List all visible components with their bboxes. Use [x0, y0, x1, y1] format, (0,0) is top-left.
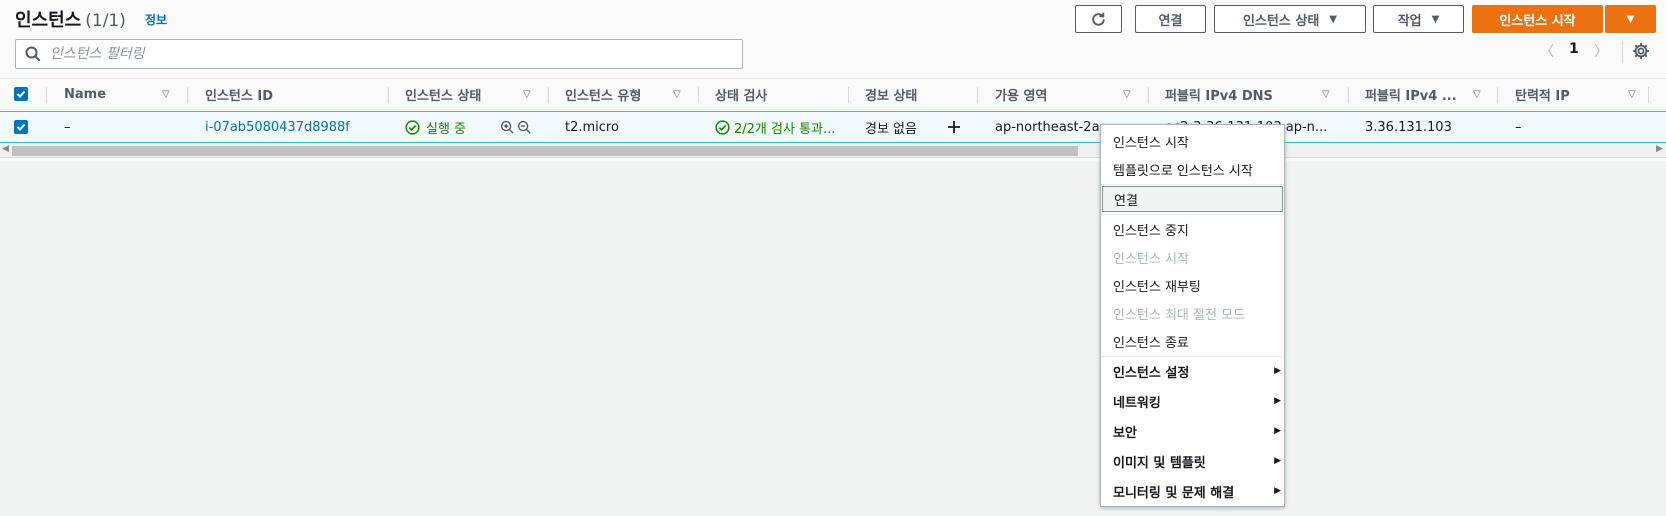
column-header-elastic-ip[interactable]: 탄력적 IP ▽: [1515, 79, 1655, 109]
menu-divider: [1101, 356, 1284, 357]
cell-elastic-ip: –: [1515, 119, 1522, 135]
cell-instance-type: t2.micro: [565, 119, 619, 135]
menu-item-hibernate-instance[interactable]: 인스턴스 최대 절전 모드: [1101, 300, 1284, 326]
column-divider: [698, 87, 699, 103]
zoom-out-icon[interactable]: [517, 112, 532, 142]
sort-icon: ▽: [1473, 88, 1481, 100]
menu-item-image-and-templates[interactable]: 이미지 및 템플릿 ▶: [1101, 448, 1284, 474]
actions-context-menu: 인스턴스 시작 템플릿으로 인스턴스 시작 연결 인스턴스 중지 인스턴스 시작…: [1100, 124, 1285, 507]
check-circle-icon: [405, 119, 420, 135]
menu-divider: [1101, 214, 1284, 215]
launch-dropdown-button[interactable]: ▼: [1605, 5, 1656, 33]
instance-filter: [15, 39, 743, 69]
sort-icon: ▽: [1322, 88, 1330, 100]
scroll-right-icon[interactable]: ▶: [1656, 144, 1663, 154]
row-checkbox[interactable]: [14, 120, 28, 134]
sort-icon: ▽: [1628, 88, 1636, 100]
column-divider: [1148, 87, 1149, 103]
refresh-button[interactable]: [1075, 5, 1122, 33]
menu-item-terminate-instance[interactable]: 인스턴스 종료: [1101, 328, 1284, 354]
table-row[interactable]: – i-07ab5080437d8988f 실행 중 t2.micro 2/2개…: [0, 111, 1666, 143]
instance-id-link[interactable]: i-07ab5080437d8988f: [205, 112, 350, 142]
submenu-arrow-icon: ▶: [1274, 366, 1281, 376]
pager-divider: [1622, 41, 1623, 63]
column-divider: [187, 87, 188, 103]
caret-down-icon: ▼: [1626, 13, 1635, 25]
horizontal-scrollbar[interactable]: ◀ ▶: [0, 143, 1666, 158]
actions-button[interactable]: 작업 ▼: [1373, 5, 1464, 33]
sort-icon: ▽: [523, 88, 531, 100]
menu-item-launch-from-template[interactable]: 템플릿으로 인스턴스 시작: [1101, 156, 1284, 182]
column-divider: [977, 87, 978, 103]
submenu-arrow-icon: ▶: [1274, 426, 1281, 436]
next-page-button[interactable]: 〉: [1594, 41, 1608, 61]
menu-item-security[interactable]: 보안 ▶: [1101, 418, 1284, 444]
page-number[interactable]: 1: [1569, 41, 1579, 57]
menu-item-connect[interactable]: 연결: [1102, 186, 1283, 212]
cell-name: –: [64, 119, 71, 135]
scroll-left-icon[interactable]: ◀: [2, 144, 9, 154]
gear-icon: [1633, 43, 1649, 59]
menu-item-stop-instance[interactable]: 인스턴스 중지: [1101, 216, 1284, 242]
column-header-instance-id[interactable]: 인스턴스 ID: [205, 79, 385, 109]
submenu-arrow-icon: ▶: [1274, 456, 1281, 466]
column-header-availability-zone[interactable]: 가용 영역 ▽: [995, 79, 1135, 109]
prev-page-button[interactable]: 〈: [1540, 41, 1554, 61]
instance-state-button[interactable]: 인스턴스 상태 ▼: [1214, 5, 1366, 33]
check-icon: [16, 123, 26, 131]
submenu-arrow-icon: ▶: [1274, 396, 1281, 406]
sort-icon: ▽: [1123, 88, 1131, 100]
column-divider: [1497, 87, 1498, 103]
menu-item-instance-settings[interactable]: 인스턴스 설정 ▶: [1101, 358, 1284, 384]
cell-alarm-status: 경보 없음: [865, 121, 917, 137]
search-icon: [25, 46, 41, 62]
info-link[interactable]: 정보: [145, 11, 167, 28]
sort-icon: ▽: [162, 88, 170, 100]
instance-count: (1/1): [85, 11, 126, 31]
cell-status-check: 2/2개 검사 통과...: [715, 112, 835, 142]
caret-down-icon: ▼: [1431, 13, 1440, 25]
column-divider: [548, 87, 549, 103]
table-header: Name ▽ 인스턴스 ID 인스턴스 상태 ▽ 인스턴스 유형 ▽ 상태 검사 경보…: [0, 78, 1666, 110]
cell-public-ip: 3.36.131.103: [1365, 119, 1452, 135]
column-divider: [388, 87, 389, 103]
add-alarm-icon[interactable]: [946, 112, 962, 142]
cell-availability-zone: ap-northeast-2a: [995, 119, 1100, 135]
caret-down-icon: ▼: [1329, 13, 1337, 25]
page-title: 인스턴스 (1/1): [15, 10, 126, 31]
search-input[interactable]: [50, 46, 710, 62]
instances-panel: 인스턴스(1/1) 정보 연결 인스턴스 상태▼ 작업▼ 인스턴스 시작 ▼ 〈…: [0, 0, 1666, 161]
menu-divider: [1101, 184, 1284, 185]
menu-item-networking[interactable]: 네트워킹 ▶: [1101, 388, 1284, 414]
scrollbar-thumb[interactable]: [12, 146, 1078, 156]
connect-button[interactable]: 연결: [1135, 5, 1206, 33]
menu-item-monitor-and-troubleshoot[interactable]: 모니터링 및 문제 해결 ▶: [1101, 478, 1284, 504]
cell-instance-state: 실행 중: [405, 112, 466, 142]
column-header-instance-state[interactable]: 인스턴스 상태 ▽: [405, 79, 535, 109]
menu-item-reboot-instance[interactable]: 인스턴스 재부팅: [1101, 272, 1284, 298]
column-header-public-ip[interactable]: 퍼블릭 IPv4 ... ▽: [1365, 79, 1525, 109]
column-divider: [848, 87, 849, 103]
submenu-arrow-icon: ▶: [1274, 486, 1281, 496]
column-header-public-dns[interactable]: 퍼블릭 IPv4 DNS ▽: [1165, 79, 1340, 109]
check-circle-icon: [715, 119, 730, 135]
select-all-checkbox[interactable]: [14, 87, 28, 101]
refresh-icon: [1092, 12, 1105, 26]
column-header-status-check[interactable]: 상태 검사: [715, 79, 845, 109]
zoom-in-icon[interactable]: [500, 112, 515, 142]
launch-instances-button[interactable]: 인스턴스 시작: [1472, 5, 1603, 33]
column-header-instance-type[interactable]: 인스턴스 유형 ▽: [565, 79, 690, 109]
menu-item-launch-instances[interactable]: 인스턴스 시작: [1101, 128, 1284, 154]
sort-icon: ▽: [673, 88, 681, 100]
column-divider: [46, 87, 47, 103]
check-icon: [16, 90, 26, 98]
column-divider: [1648, 87, 1649, 103]
settings-button[interactable]: [1632, 42, 1650, 64]
column-header-alarm-status[interactable]: 경보 상태: [865, 79, 965, 109]
column-header-name[interactable]: Name ▽: [64, 79, 180, 109]
column-divider: [1348, 87, 1349, 103]
menu-item-start-instance[interactable]: 인스턴스 시작: [1101, 244, 1284, 270]
